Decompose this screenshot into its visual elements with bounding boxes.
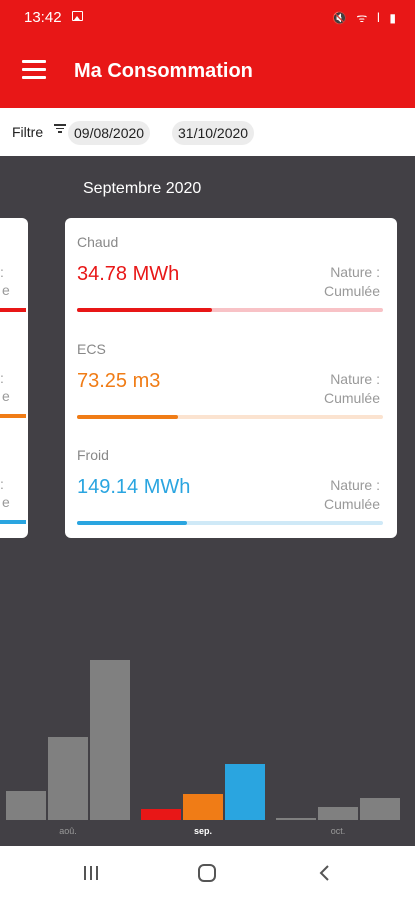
image-icon: [72, 11, 83, 21]
consumption-chart[interactable]: aoû. sep. oct.: [0, 640, 415, 840]
recent-apps-icon[interactable]: [82, 866, 100, 880]
chart-bar[interactable]: [90, 660, 130, 820]
partial-bar: [0, 520, 26, 524]
metric-value: 34.78 MWh: [77, 263, 180, 285]
start-date-chip[interactable]: 09/08/2020: [68, 121, 151, 145]
partial-text: e: [2, 494, 10, 510]
status-icons: 🔇 ᯤ ⅼ ▮: [332, 11, 399, 25]
chart-bar[interactable]: [225, 764, 265, 820]
chart-bar[interactable]: [318, 807, 358, 820]
metric-ecs: ECS 73.25 m3 Nature : Cumulée: [65, 325, 397, 431]
chart-bar[interactable]: [183, 794, 223, 820]
page-title: Ma Consommation: [74, 60, 253, 82]
filter-label[interactable]: Filtre: [12, 124, 43, 140]
metric-chaud: Chaud 34.78 MWh Nature : Cumulée: [65, 218, 397, 324]
metric-nature: Nature : Cumulée: [323, 264, 380, 299]
metric-label: Froid: [77, 447, 109, 463]
chart-tick-label: sep.: [193, 826, 212, 836]
status-time: 13:42: [24, 9, 62, 26]
status-bar: 13:42 🔇 ᯤ ⅼ ▮: [0, 0, 415, 36]
metric-progress: [77, 521, 383, 525]
partial-bar: [0, 308, 26, 312]
filter-icon[interactable]: [54, 124, 66, 134]
metric-progress: [77, 308, 383, 312]
metric-label: ECS: [77, 341, 106, 357]
metric-label: Chaud: [77, 234, 119, 250]
metric-progress-fill: [77, 521, 188, 525]
metric-froid: Froid 149.14 MWh Nature : Cumulée: [65, 431, 397, 537]
partial-text: e: [2, 388, 10, 404]
home-icon[interactable]: [198, 864, 216, 882]
chart-bar[interactable]: [360, 797, 400, 820]
metric-progress-fill: [77, 308, 212, 312]
system-nav-bar: [0, 846, 415, 900]
back-icon[interactable]: [316, 864, 334, 882]
metric-nature: Nature : Cumulée: [323, 371, 380, 406]
metric-progress: [77, 415, 383, 419]
consumption-card[interactable]: Chaud 34.78 MWh Nature : Cumulée ECS 73.2…: [65, 218, 397, 538]
app-bar: 13:42 🔇 ᯤ ⅼ ▮ Ma Consommation: [0, 0, 415, 108]
hamburger-menu-icon[interactable]: [22, 60, 48, 82]
partial-text: :: [0, 370, 4, 386]
metric-value: 149.14 MWh: [77, 476, 191, 498]
chart-bar[interactable]: [276, 818, 316, 820]
chart-tick-label: aoû.: [59, 826, 77, 836]
partial-text: :: [0, 476, 4, 492]
chart-bar[interactable]: [48, 736, 88, 820]
chart-bar[interactable]: [141, 808, 181, 820]
partial-bar: [0, 414, 26, 418]
previous-month-card[interactable]: : e : e : e: [0, 218, 28, 538]
metric-value: 73.25 m3: [77, 370, 161, 392]
chart-bar[interactable]: [6, 791, 46, 820]
metric-nature: Nature : Cumulée: [323, 477, 380, 512]
filter-bar: Filtre 09/08/2020 31/10/2020: [0, 108, 415, 156]
end-date-chip[interactable]: 31/10/2020: [172, 121, 255, 145]
partial-text: e: [2, 282, 10, 298]
metric-progress-fill: [77, 415, 178, 419]
partial-text: :: [0, 264, 4, 280]
chart-tick-label: oct.: [330, 826, 346, 836]
